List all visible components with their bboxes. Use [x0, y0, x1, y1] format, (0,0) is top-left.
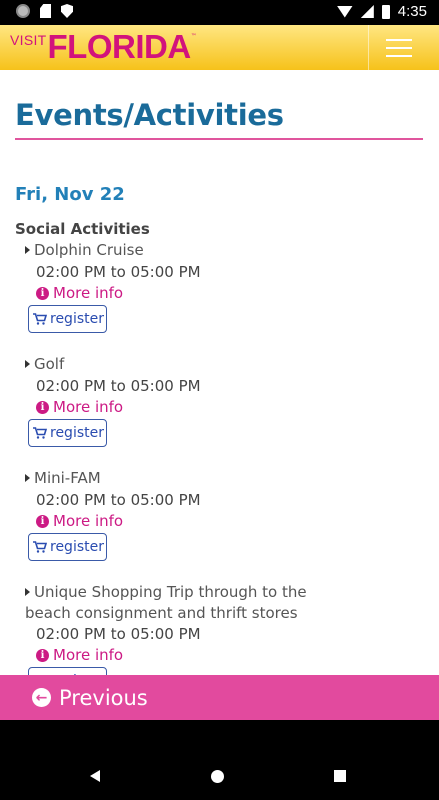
cart-icon	[33, 541, 47, 553]
record-icon	[16, 4, 30, 18]
event-name[interactable]: Dolphin Cruise	[25, 240, 355, 261]
cart-icon	[33, 427, 47, 439]
arrow-left-circle-icon: ←	[32, 688, 51, 707]
logo-trademark: ™	[190, 33, 197, 40]
more-info-link[interactable]: i More info	[36, 398, 123, 416]
main-content[interactable]: Events/Activities Fri, Nov 22 Social Act…	[0, 70, 439, 720]
more-info-link[interactable]: i More info	[36, 284, 123, 302]
event-name[interactable]: Mini-FAM	[25, 468, 355, 489]
wifi-icon	[336, 5, 353, 18]
status-time: 4:35	[397, 3, 427, 20]
register-button[interactable]: register	[28, 419, 107, 447]
info-icon: i	[36, 286, 49, 300]
hamburger-menu-icon	[385, 38, 412, 41]
title-divider	[15, 138, 423, 140]
page-title: Events/Activities	[15, 98, 284, 132]
event-time: 02:00 PM to 05:00 PM	[36, 263, 201, 281]
register-button[interactable]: register	[28, 305, 107, 333]
sd-card-icon	[40, 4, 51, 18]
event-time: 02:00 PM to 05:00 PM	[36, 377, 201, 395]
event-name[interactable]: Golf	[25, 354, 355, 375]
info-icon: i	[36, 648, 49, 662]
shield-icon	[61, 4, 73, 18]
caret-right-icon	[25, 246, 30, 254]
event-time: 02:00 PM to 05:00 PM	[36, 625, 201, 643]
event-name[interactable]: Unique Shopping Trip through to the beac…	[25, 582, 355, 624]
info-icon: i	[36, 400, 49, 414]
battery-icon	[381, 4, 390, 19]
caret-right-icon	[25, 474, 30, 482]
status-bar-left	[16, 4, 73, 18]
more-info-link[interactable]: i More info	[36, 512, 123, 530]
more-info-link[interactable]: i More info	[36, 646, 123, 664]
visit-florida-logo[interactable]: VISIT FLORIDA ™	[10, 29, 197, 65]
register-button[interactable]: register	[28, 533, 107, 561]
home-icon[interactable]	[211, 770, 224, 783]
event-time: 02:00 PM to 05:00 PM	[36, 491, 201, 509]
status-bar-right: 4:35	[336, 3, 427, 20]
cart-icon	[33, 313, 47, 325]
signal-icon	[360, 5, 374, 18]
recents-icon[interactable]	[334, 770, 346, 782]
logo-visit-text: VISIT	[10, 32, 47, 48]
system-nav-bar	[0, 726, 439, 800]
previous-button[interactable]: ← Previous	[0, 675, 439, 720]
back-icon[interactable]	[90, 770, 100, 782]
status-bar: 4:35	[0, 0, 439, 25]
info-icon: i	[36, 514, 49, 528]
caret-right-icon	[25, 588, 30, 596]
caret-right-icon	[25, 360, 30, 368]
app-header: VISIT FLORIDA ™	[0, 25, 439, 70]
previous-label: Previous	[59, 685, 148, 710]
section-heading: Social Activities	[15, 220, 150, 238]
hamburger-menu-button[interactable]	[368, 25, 428, 70]
event-date: Fri, Nov 22	[15, 184, 125, 205]
logo-florida-text: FLORIDA	[47, 28, 192, 65]
